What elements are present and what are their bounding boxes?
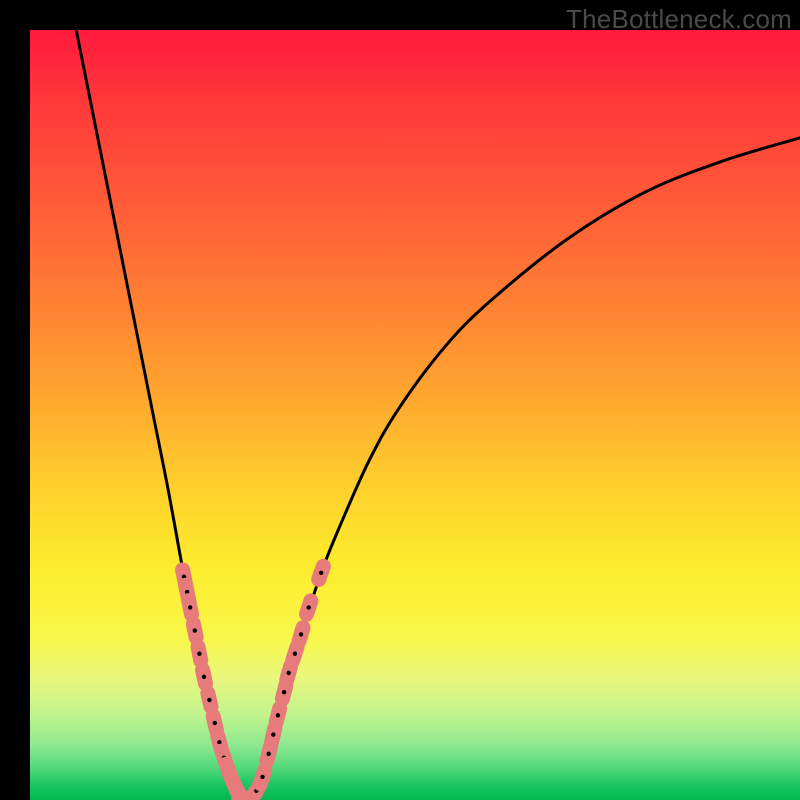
watermark-label: TheBottleneck.com [566,4,792,35]
bottleneck-curve-right-branch [246,138,800,800]
curve-group [76,30,800,800]
curve-node [213,721,217,725]
curve-node [193,628,197,632]
curve-node [188,605,192,609]
curve-node [287,671,291,675]
curve-node [271,732,275,736]
marker-group [182,566,324,800]
curve-node [207,698,211,702]
chart-frame: TheBottleneck.com [0,0,800,800]
curve-node [276,713,280,717]
plot-area [30,30,800,800]
curve-node [307,605,311,609]
chart-svg [30,30,800,800]
curve-node [260,775,264,779]
curve-node [293,652,297,656]
curve-node [267,752,271,756]
bottleneck-curve-left-branch [76,30,245,800]
curve-node [202,675,206,679]
curve-node [319,571,323,575]
curve-node [282,690,286,694]
curve-node [299,632,303,636]
curve-node [197,652,201,656]
